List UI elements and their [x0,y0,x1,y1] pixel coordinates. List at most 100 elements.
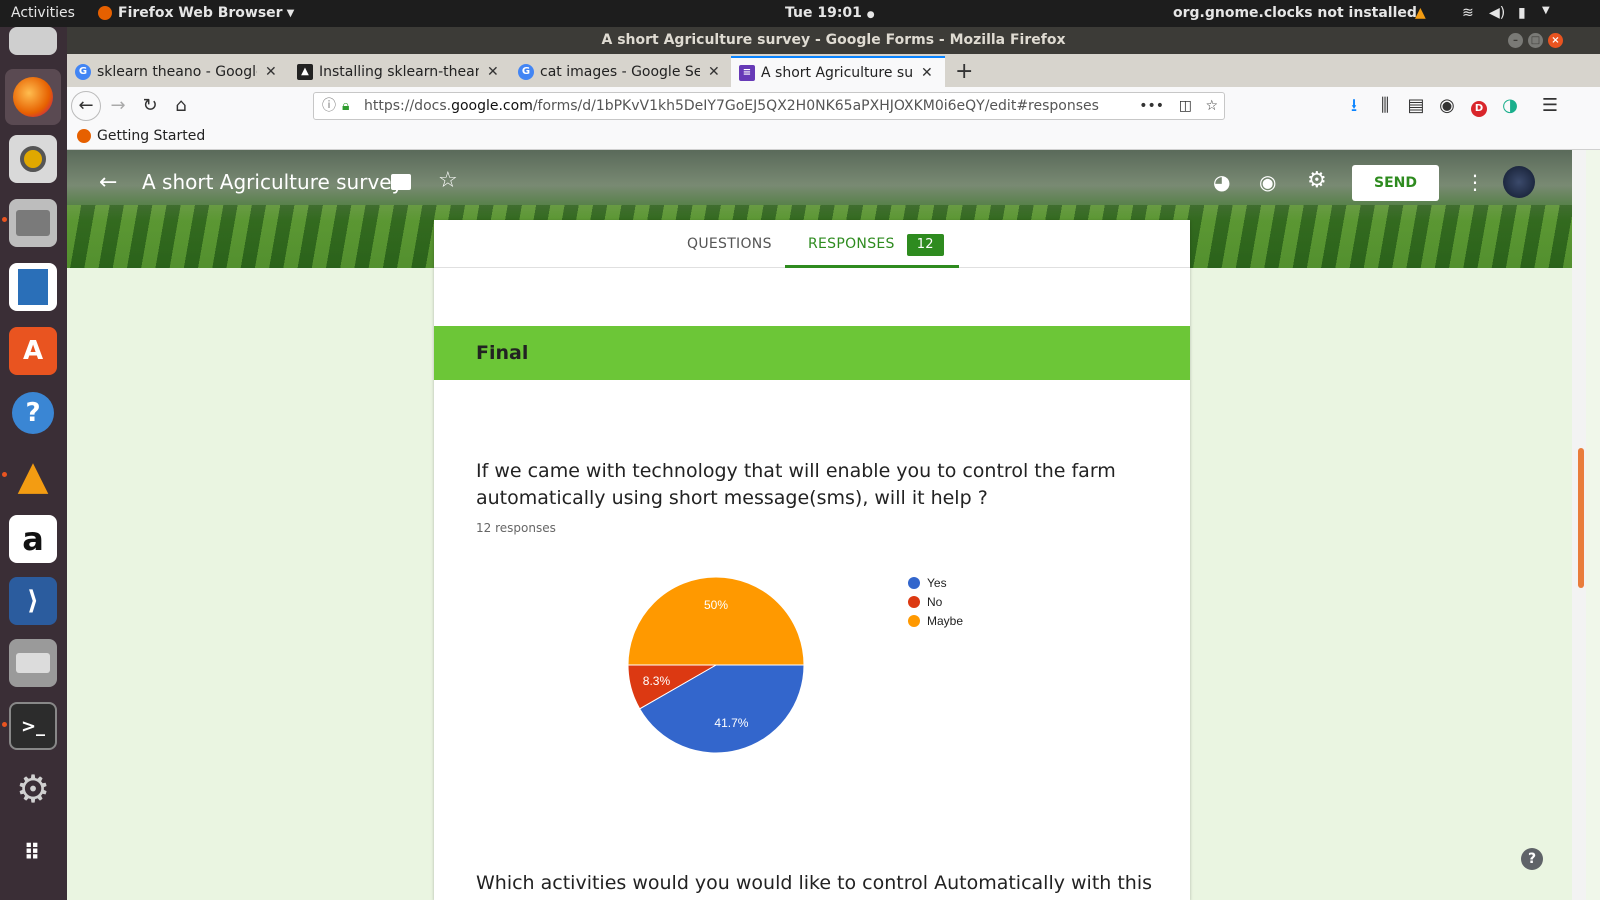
sidebar-icon[interactable]: ▤ [1403,94,1429,120]
bookmark-getting-started[interactable]: Getting Started [77,128,205,144]
page-scrollbar[interactable] [1572,150,1586,900]
close-tab-icon[interactable]: ✕ [921,65,933,81]
notification-text: org.gnome.clocks not installed [1173,5,1417,21]
minimize-icon[interactable]: – [1508,33,1523,48]
back-arrow-icon[interactable]: ← [99,170,117,195]
disk-utility-icon[interactable] [9,639,57,687]
wifi-icon[interactable]: ≋ [1462,5,1474,21]
clock-label: Tue 19:01 [785,5,862,21]
google-icon: G [518,63,534,80]
writer-icon[interactable] [9,263,57,311]
terminal-icon[interactable]: >_ [9,702,57,750]
chevron-down-icon: ▼ [286,7,295,19]
legend-label-yes: Yes [927,576,947,590]
notification-dot-icon: ● [866,10,875,20]
software-center-icon[interactable]: A [9,327,57,375]
folder-icon[interactable] [391,174,411,190]
reload-icon[interactable]: ↻ [137,94,163,120]
tab-bar: G sklearn theano - Google Search ✕ ▲ Ins… [67,54,1600,87]
home-icon[interactable]: ⌂ [168,94,194,120]
tab-label: sklearn theano - Google Search [97,63,257,80]
extension-grammarly-icon[interactable]: ◑ [1497,94,1523,120]
next-question-title: Which activities would you would like to… [476,872,1153,894]
preview-eye-icon[interactable]: ◉ [1259,170,1276,194]
help-icon[interactable]: ? [9,389,57,437]
clock[interactable]: Tue 19:01 ● [785,5,875,21]
library-icon[interactable]: ⫼ [1372,94,1398,120]
responses-card: QUESTIONS RESPONSES 12 Final If we came w… [434,220,1190,900]
activities-button[interactable]: Activities [11,5,75,21]
tab-installing-sklearn[interactable]: ▲ Installing sklearn-theano ✕ [289,56,509,87]
close-tab-icon[interactable]: ✕ [265,64,277,80]
firefox-icon [13,77,53,117]
close-tab-icon[interactable]: ✕ [487,64,499,80]
system-menu-chevron-icon[interactable]: ▼ [1542,5,1550,16]
lock-icon: 🔒︎ [342,98,350,114]
firefox-icon [77,129,91,143]
star-icon[interactable]: ☆ [438,168,458,193]
amazon-icon[interactable]: a [9,515,57,563]
bookmarks-toolbar: Getting Started [67,125,1600,150]
show-applications-icon[interactable]: ⠿ [9,829,57,877]
tab-responses[interactable]: RESPONSES 12 [785,220,959,268]
avatar[interactable] [1503,166,1535,198]
app-menu[interactable]: Firefox Web Browser ▼ [98,5,294,21]
info-icon[interactable]: ⓘ [322,93,336,119]
form-title[interactable]: A short Agriculture survey [142,170,403,194]
battery-icon[interactable]: ▮ [1518,5,1526,21]
vscode-icon[interactable]: ⟩ [9,577,57,625]
url-bar[interactable]: ⓘ 🔒︎ https://docs.google.com/forms/d/1bP… [313,92,1225,120]
bookmark-star-icon[interactable]: ☆ [1205,93,1218,119]
pocket-icon[interactable]: ◫ [1178,93,1192,119]
form-tabs: QUESTIONS RESPONSES 12 [434,220,1190,268]
tab-agriculture-survey[interactable]: ≡ A short Agriculture survey ✕ [731,56,945,87]
page-content: ← A short Agriculture survey ☆ ◕ ◉ ⚙ SEN… [67,150,1586,900]
url-prefix: https://docs. [364,98,452,114]
tab-label: A short Agriculture survey [761,64,913,81]
tab-label: Installing sklearn-theano [319,63,479,80]
tab-sklearn-theano[interactable]: G sklearn theano - Google Search ✕ [67,56,287,87]
downloads-icon[interactable]: ⭳ [1341,94,1367,120]
page-actions-icon[interactable]: ••• [1135,93,1164,119]
forward-icon[interactable]: → [105,94,131,120]
account-icon[interactable]: ◉ [1434,94,1460,120]
response-count: 12 responses [476,521,556,535]
files-icon[interactable] [9,199,57,247]
bookmark-label: Getting Started [97,128,206,144]
vlc-icon[interactable]: ▲ [9,452,57,500]
new-tab-button[interactable]: + [947,56,977,87]
url-domain: google.com [451,98,533,114]
settings-icon[interactable]: ⚙ [9,765,57,813]
google-icon: G [75,63,91,80]
maximize-icon[interactable]: □ [1528,33,1543,48]
scroll-thumb[interactable] [1578,448,1584,588]
tab-questions[interactable]: QUESTIONS [687,220,772,268]
volume-icon[interactable]: ◀) [1489,5,1505,21]
tab-cat-images[interactable]: G cat images - Google Search ✕ [510,56,730,87]
palette-icon[interactable]: ◕ [1213,170,1230,194]
close-tab-icon[interactable]: ✕ [708,64,720,80]
settings-gear-icon[interactable]: ⚙ [1307,168,1327,193]
rhythmbox-icon[interactable] [9,135,57,183]
more-vert-icon[interactable]: ⋮ [1465,170,1485,194]
help-button[interactable]: ? [1521,848,1543,870]
page-icon: ▲ [297,63,313,80]
back-icon[interactable]: ← [71,91,101,121]
app-menu-label: Firefox Web Browser [118,5,283,21]
vlc-tray-icon[interactable]: ▲ [1415,5,1426,21]
hamburger-menu-icon[interactable]: ☰ [1537,94,1563,120]
legend-label-maybe: Maybe [927,614,963,628]
send-button[interactable]: SEND [1352,165,1439,201]
tab-responses-label: RESPONSES [808,236,895,252]
firefox-dock-item[interactable] [5,69,61,125]
gnome-top-bar: Activities Firefox Web Browser ▼ Tue 19:… [0,0,1600,27]
close-window-icon[interactable]: × [1548,33,1563,48]
pie-label-yes: 41.7% [714,716,748,730]
responses-count-badge: 12 [906,234,944,256]
pie-slice-maybe[interactable] [627,576,805,666]
section-header: Final [434,326,1190,380]
files-partial-icon[interactable] [9,27,57,55]
pie-label-maybe: 50% [704,598,728,612]
extension-d-icon[interactable]: D [1466,94,1492,120]
pie-label-no: 8.3% [643,674,671,688]
